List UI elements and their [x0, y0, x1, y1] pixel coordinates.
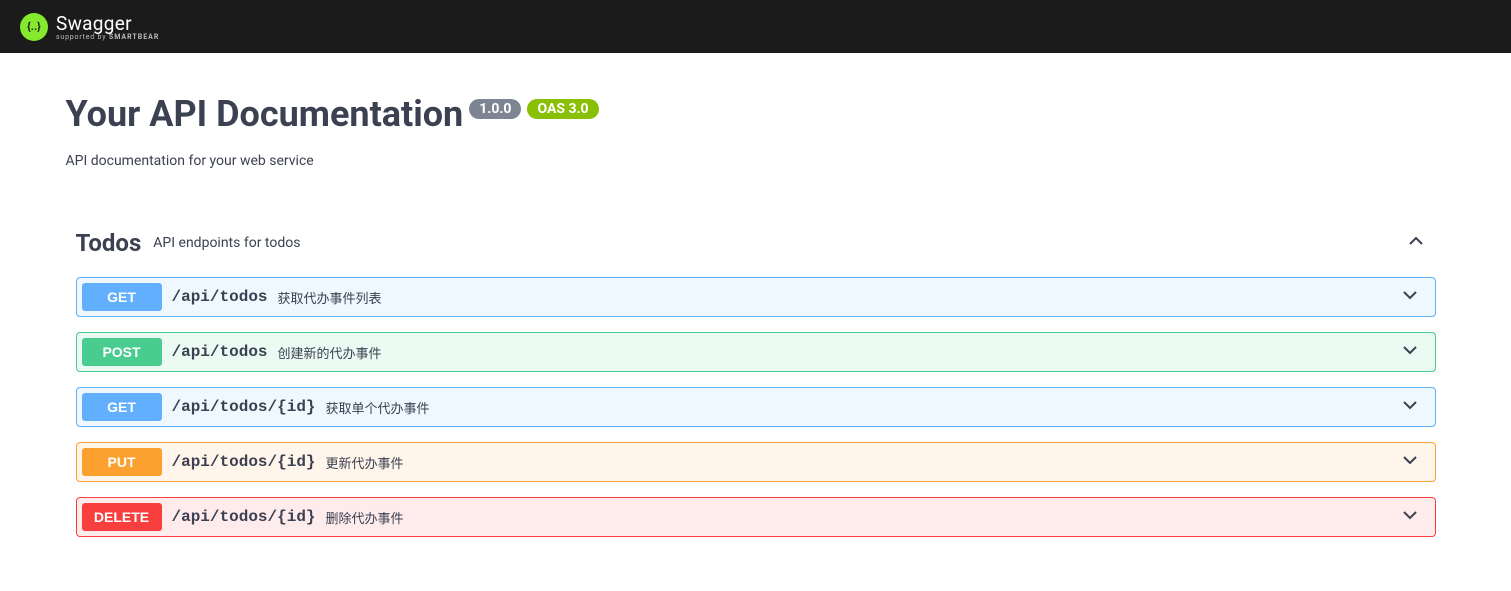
operation-summary[interactable]: GET/api/todos/{id} 获取单个代办事件	[77, 388, 1435, 426]
title-row: Your API Documentation 1.0.0 OAS 3.0	[66, 93, 1446, 135]
operation-description: 创建新的代办事件	[278, 343, 382, 362]
oas-badge: OAS 3.0	[527, 99, 598, 119]
operation-get-0: GET/api/todos 获取代办事件列表	[76, 277, 1436, 317]
chevron-down-icon	[1400, 505, 1430, 529]
topbar: {..} Swagger supported by SMARTBEAR	[0, 0, 1511, 53]
chevron-down-icon	[1400, 395, 1430, 419]
method-badge: PUT	[82, 448, 162, 476]
operation-path: /api/todos	[172, 288, 268, 306]
tag-header[interactable]: Todos API endpoints for todos	[66, 219, 1446, 267]
operation-description: 更新代办事件	[326, 453, 404, 472]
swagger-name: Swagger	[56, 12, 159, 35]
tag-section: Todos API endpoints for todos GET/api/to…	[66, 219, 1446, 537]
operation-post-1: POST/api/todos 创建新的代办事件	[76, 332, 1436, 372]
chevron-down-icon	[1400, 450, 1430, 474]
operation-path: /api/todos/{id}	[172, 398, 316, 416]
operation-path: /api/todos/{id}	[172, 508, 316, 526]
swagger-sub-prefix: supported by	[56, 33, 109, 41]
operation-summary[interactable]: GET/api/todos 获取代办事件列表	[77, 278, 1435, 316]
operation-summary[interactable]: POST/api/todos 创建新的代办事件	[77, 333, 1435, 371]
method-badge: POST	[82, 338, 162, 366]
tag-name: Todos	[76, 229, 142, 257]
page-title: Your API Documentation	[66, 93, 464, 135]
method-badge: GET	[82, 283, 162, 311]
operation-get-2: GET/api/todos/{id} 获取单个代办事件	[76, 387, 1436, 427]
swagger-sub-bold: SMARTBEAR	[109, 33, 159, 41]
topbar-logo[interactable]: {..} Swagger supported by SMARTBEAR	[20, 12, 159, 41]
operation-summary[interactable]: PUT/api/todos/{id} 更新代办事件	[77, 443, 1435, 481]
api-description: API documentation for your web service	[66, 153, 1446, 169]
operation-description: 获取代办事件列表	[278, 288, 382, 307]
chevron-up-icon	[1406, 231, 1426, 255]
operation-description: 获取单个代办事件	[326, 398, 430, 417]
method-badge: GET	[82, 393, 162, 421]
operation-delete-4: DELETE/api/todos/{id} 删除代办事件	[76, 497, 1436, 537]
tag-description: API endpoints for todos	[153, 235, 300, 251]
operation-put-3: PUT/api/todos/{id} 更新代办事件	[76, 442, 1436, 482]
swagger-brand-text: Swagger supported by SMARTBEAR	[56, 12, 159, 41]
operation-path: /api/todos	[172, 343, 268, 361]
operation-path: /api/todos/{id}	[172, 453, 316, 471]
swagger-icon: {..}	[20, 13, 48, 41]
chevron-down-icon	[1400, 340, 1430, 364]
method-badge: DELETE	[82, 503, 162, 531]
swagger-subtitle: supported by SMARTBEAR	[56, 33, 159, 41]
chevron-down-icon	[1400, 285, 1430, 309]
operations-list: GET/api/todos 获取代办事件列表 POST/api/todos 创建新的代…	[66, 277, 1446, 537]
operation-summary[interactable]: DELETE/api/todos/{id} 删除代办事件	[77, 498, 1435, 536]
content: Your API Documentation 1.0.0 OAS 3.0 API…	[26, 53, 1486, 572]
operation-description: 删除代办事件	[326, 508, 404, 527]
version-badge: 1.0.0	[469, 99, 521, 119]
